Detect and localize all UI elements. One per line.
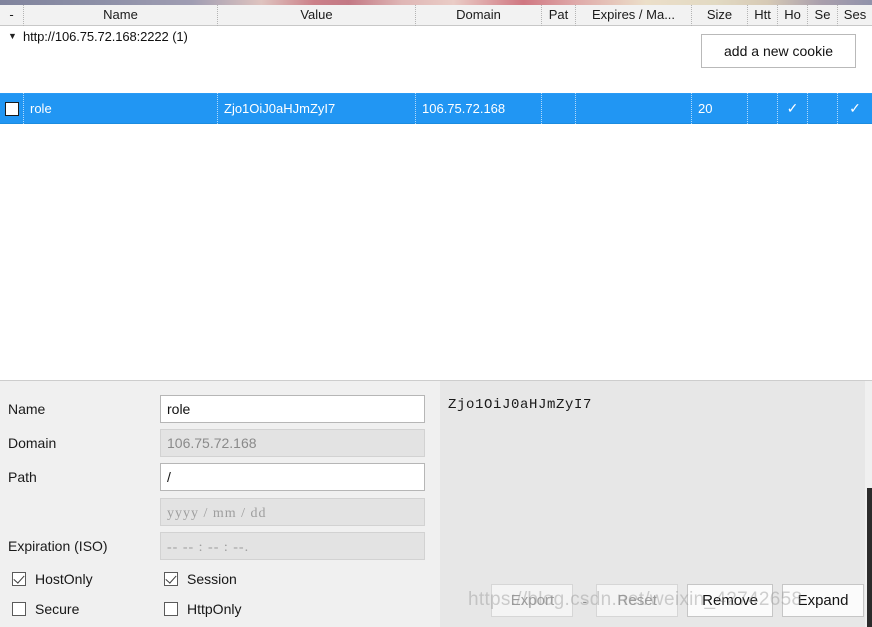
export-button: Export <box>491 584 574 617</box>
name-field[interactable] <box>160 395 425 423</box>
hostonly-checkbox[interactable] <box>12 572 26 586</box>
expand-button[interactable]: Expand <box>782 584 864 617</box>
httponly-label: HttpOnly <box>187 601 242 617</box>
column-header-name[interactable]: Name <box>24 4 218 26</box>
page-background-sliver <box>0 0 872 5</box>
expiration-date-field <box>160 498 425 526</box>
column-header-value[interactable]: Value <box>218 4 416 26</box>
cell-hostonly: ✓ <box>778 93 808 124</box>
detail-button-bar: Export - Reset Remove Expand <box>491 584 864 617</box>
httponly-checkbox-row[interactable]: HttpOnly <box>164 601 241 617</box>
add-new-cookie-button[interactable]: add a new cookie <box>701 34 856 68</box>
cell-secure <box>808 93 838 124</box>
cookie-group-label: http://106.75.72.168:2222 (1) <box>23 29 188 44</box>
secure-label: Secure <box>35 601 80 617</box>
column-header-path[interactable]: Pat <box>542 4 576 26</box>
cell-domain: 106.75.72.168 <box>416 93 542 124</box>
label-path: Path <box>8 469 37 485</box>
reset-button: Reset <box>596 584 679 617</box>
cookie-list: ▼ http://106.75.72.168:2222 (1) role Zjo… <box>0 26 872 379</box>
cell-value: Zjo1OiJ0aHJmZyI7 <box>218 93 416 124</box>
column-header-secure[interactable]: Se <box>808 4 838 26</box>
label-expiration-iso: Expiration (ISO) <box>8 538 108 554</box>
column-header-expires[interactable]: Expires / Ma... <box>576 4 692 26</box>
remove-button[interactable]: Remove <box>687 584 773 617</box>
field-row-expiration-date <box>0 498 440 526</box>
row-select-checkbox-cell[interactable] <box>0 93 24 124</box>
hostonly-checkbox-row[interactable]: HostOnly <box>12 571 93 587</box>
httponly-checkbox[interactable] <box>164 602 178 616</box>
column-header-httponly[interactable]: Htt <box>748 4 778 26</box>
triangle-down-icon[interactable]: ▼ <box>8 26 21 47</box>
field-row-name: Name <box>0 395 440 423</box>
page-scrollbar[interactable] <box>867 0 872 627</box>
path-field[interactable] <box>160 463 425 491</box>
column-header-hostonly[interactable]: Ho <box>778 4 808 26</box>
session-checkbox-row[interactable]: Session <box>164 571 237 587</box>
cookie-manager-window: - Name Value Domain Pat Expires / Ma... … <box>0 0 872 627</box>
session-check-mark: ✓ <box>849 100 861 116</box>
column-header-size[interactable]: Size <box>692 4 748 26</box>
hostonly-label: HostOnly <box>35 571 93 587</box>
secure-checkbox-row[interactable]: Secure <box>12 601 79 617</box>
cookie-table-header: - Name Value Domain Pat Expires / Ma... … <box>0 4 872 26</box>
button-separator: - <box>582 592 588 609</box>
cell-httponly <box>748 93 778 124</box>
field-row-expiration-time: Expiration (ISO) <box>0 532 440 560</box>
page-scrollbar-thumb[interactable] <box>867 488 872 627</box>
cookie-detail-form: Name Domain Path Expiration (ISO) <box>0 381 440 627</box>
field-row-path: Path <box>0 463 440 491</box>
cookie-value-text: Zjo1OiJ0aHJmZyI7 <box>448 397 593 413</box>
cell-name: role <box>24 93 218 124</box>
table-row[interactable]: role Zjo1OiJ0aHJmZyI7 106.75.72.168 20 ✓… <box>0 93 872 124</box>
session-checkbox[interactable] <box>164 572 178 586</box>
label-name: Name <box>8 401 46 417</box>
row-select-checkbox[interactable] <box>4 101 19 116</box>
domain-field <box>160 429 425 457</box>
cell-size: 20 <box>692 93 748 124</box>
expiration-time-field <box>160 532 425 560</box>
cell-path <box>542 93 576 124</box>
label-domain: Domain <box>8 435 57 451</box>
field-row-domain: Domain <box>0 429 440 457</box>
column-header-select[interactable]: - <box>0 4 24 26</box>
column-header-domain[interactable]: Domain <box>416 4 542 26</box>
cell-expires <box>576 93 692 124</box>
session-label: Session <box>187 571 237 587</box>
secure-checkbox[interactable] <box>12 602 26 616</box>
hostonly-check-mark: ✓ <box>786 100 799 116</box>
